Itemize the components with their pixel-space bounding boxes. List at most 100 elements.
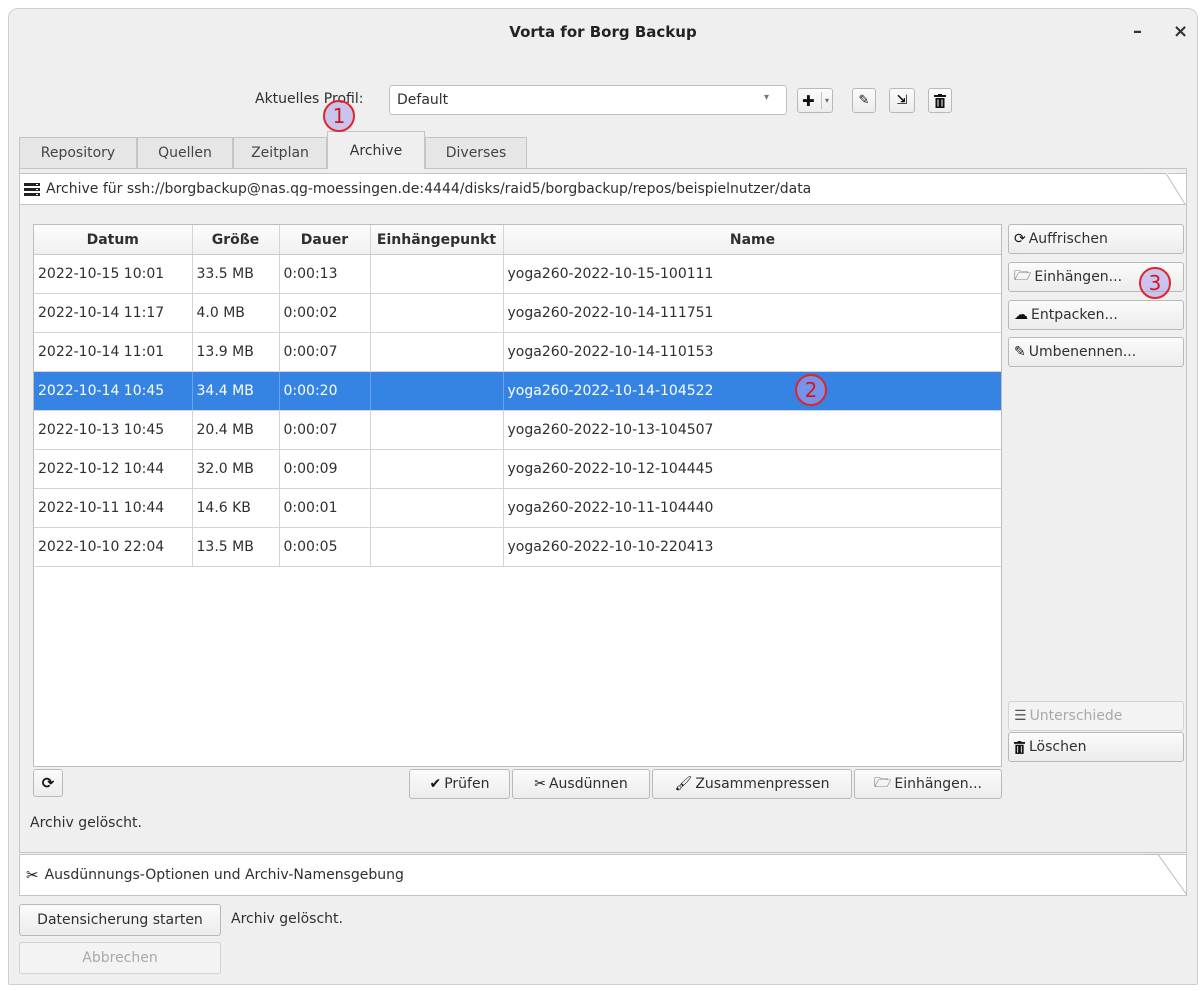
annotation-marker-2: 2 [795, 374, 827, 406]
table-cell: yoga260-2022-10-14-104522 [503, 371, 1001, 411]
table-cell: yoga260-2022-10-13-104507 [503, 410, 1001, 450]
edit-icon: ✎ [858, 93, 870, 108]
section-corner [1144, 854, 1188, 896]
delete-archive-button[interactable]: Löschen [1008, 732, 1184, 762]
cloud-download-icon: ☁ [1014, 307, 1028, 323]
check-button[interactable]: ✔ Prüfen [409, 769, 510, 799]
start-backup-button[interactable]: Datensicherung starten [19, 904, 221, 936]
archive-table-grid: Datum Größe Dauer Einhängepunkt Name 2022-10… [34, 225, 1001, 567]
table-cell: yoga260-2022-10-11-104440 [503, 488, 1001, 528]
edit-profile-button[interactable]: ✎ [852, 88, 876, 113]
archive-table[interactable]: Datum Größe Dauer Einhängepunkt Name 2022-10… [33, 224, 1002, 767]
table-cell: 0:00:20 [279, 371, 371, 411]
tab-quellen[interactable]: Quellen [137, 137, 233, 168]
column-header[interactable]: Einhängepunkt [370, 225, 504, 255]
prune-label: Ausdünnen [548, 776, 628, 792]
table-row[interactable]: 2022-10-10 22:04 13.5 MB 0:00:05 yoga260-20… [34, 527, 1001, 567]
minimize-button[interactable]: – [1133, 21, 1142, 42]
extract-label: Entpacken... [1031, 307, 1118, 323]
delete-label: Löschen [1029, 739, 1087, 755]
profile-select[interactable]: Default ▾ [389, 85, 787, 115]
window-title: Vorta for Borg Backup [509, 23, 697, 41]
archive-status-text: Archiv gelöscht. [30, 815, 142, 831]
table-cell [370, 293, 504, 333]
table-cell: 2022-10-10 22:04 [34, 527, 193, 567]
trash-icon [1014, 740, 1025, 754]
diff-button[interactable]: ☰ Unterschiede [1008, 701, 1184, 731]
table-cell: 34.4 MB [192, 371, 280, 411]
diff-label: Unterschiede [1029, 708, 1123, 724]
compact-button[interactable]: 🖌 Zusammenpressen [652, 769, 852, 799]
table-cell: yoga260-2022-10-10-220413 [503, 527, 1001, 567]
mount-label: Einhängen... [1034, 269, 1123, 285]
section-corner [1146, 173, 1186, 205]
check-label: Prüfen [444, 776, 490, 792]
app-window: Vorta for Borg Backup – × Aktuelles Prof… [8, 8, 1198, 985]
table-cell: 2022-10-14 10:45 [34, 371, 193, 411]
cancel-button[interactable]: Abbrechen [19, 942, 221, 974]
table-cell: yoga260-2022-10-14-110153 [503, 332, 1001, 372]
mount-bottom-button[interactable]: 🗁 Einhängen... [854, 769, 1002, 799]
table-cell: 4.0 MB [192, 293, 280, 333]
import-profile-button[interactable]: ⇲ [889, 88, 915, 113]
table-body: 2022-10-15 10:01 33.5 MB 0:00:13 yoga260-20… [34, 254, 1001, 567]
table-cell [370, 332, 504, 372]
table-cell: 33.5 MB [192, 254, 280, 294]
tab-diverses[interactable]: Diverses [425, 137, 527, 168]
table-cell: 0:00:01 [279, 488, 371, 528]
prune-options-label: Ausdünnungs-Optionen und Archiv-Namensge… [44, 867, 404, 883]
chevron-down-icon[interactable]: ▾ [821, 92, 832, 109]
tab-archive[interactable]: Archive [327, 131, 425, 169]
table-cell: 2022-10-11 10:44 [34, 488, 193, 528]
table-cell [370, 488, 504, 528]
folder-open-icon: 🗁 [1014, 268, 1032, 284]
prune-button[interactable]: ✂ Ausdünnen [512, 769, 650, 799]
table-cell: 2022-10-14 11:01 [34, 332, 193, 372]
tab-zeitplan[interactable]: Zeitplan [233, 137, 327, 168]
column-header[interactable]: Dauer [279, 225, 371, 255]
table-cell: 2022-10-13 10:45 [34, 410, 193, 450]
align-lines-icon: ☰ [1014, 708, 1027, 724]
table-row[interactable]: 2022-10-14 11:17 4.0 MB 0:00:02 yoga260-202… [34, 293, 1001, 333]
add-profile-button[interactable]: ✚ ▾ [797, 88, 833, 113]
refresh-small-button[interactable]: ⟳ [33, 769, 63, 797]
trash-icon [934, 93, 946, 108]
table-cell: 13.5 MB [192, 527, 280, 567]
rename-button[interactable]: ✎ Umbenennen... [1008, 337, 1184, 367]
mount-bottom-label: Einhängen... [894, 776, 983, 792]
table-cell: 14.6 KB [192, 488, 280, 528]
table-row[interactable]: 2022-10-14 10:45 34.4 MB 0:00:20 yoga260-20… [34, 371, 1001, 411]
table-cell: 2022-10-12 10:44 [34, 449, 193, 489]
table-cell: 0:00:02 [279, 293, 371, 333]
edit-icon: ✎ [1014, 344, 1026, 360]
archive-header[interactable]: Archive für ssh://borgbackup@nas.qg-moes… [20, 173, 1186, 205]
table-cell: 13.9 MB [192, 332, 280, 372]
annotation-marker-1: 1 [323, 100, 355, 132]
delete-profile-button[interactable] [928, 88, 952, 113]
tab-repository[interactable]: Repository [19, 137, 137, 168]
table-row[interactable]: 2022-10-15 10:01 33.5 MB 0:00:13 yoga260-20… [34, 254, 1001, 294]
table-row[interactable]: 2022-10-11 10:44 14.6 KB 0:00:01 yoga260-20… [34, 488, 1001, 528]
server-icon [24, 182, 40, 196]
refresh-label: Auffrischen [1028, 231, 1108, 247]
close-button[interactable]: × [1173, 21, 1188, 42]
column-header[interactable]: Name [503, 225, 1001, 255]
extract-button[interactable]: ☁ Entpacken... [1008, 300, 1184, 330]
table-cell: 32.0 MB [192, 449, 280, 489]
scissors-icon: ✂ [534, 776, 546, 792]
column-header[interactable]: Datum [34, 225, 193, 255]
compact-label: Zusammenpressen [695, 776, 830, 792]
prune-options-section[interactable]: ✂ Ausdünnungs-Optionen und Archiv-Namens… [19, 854, 1188, 896]
table-row[interactable]: 2022-10-14 11:01 13.9 MB 0:00:07 yoga260-20… [34, 332, 1001, 372]
table-row[interactable]: 2022-10-12 10:44 32.0 MB 0:00:09 yoga260-20… [34, 449, 1001, 489]
table-row[interactable]: 2022-10-13 10:45 20.4 MB 0:00:07 yoga260-20… [34, 410, 1001, 450]
footer-status-text: Archiv gelöscht. [231, 911, 343, 927]
folder-open-icon: 🗁 [873, 775, 892, 791]
column-header[interactable]: Größe [192, 225, 280, 255]
table-cell [370, 527, 504, 567]
chevron-down-icon: ▾ [764, 92, 770, 103]
refresh-button[interactable]: ⟳ Auffrischen [1008, 224, 1184, 254]
plus-icon: ✚ [802, 91, 815, 110]
refresh-icon: ⟳ [41, 774, 55, 792]
table-cell [370, 254, 504, 294]
